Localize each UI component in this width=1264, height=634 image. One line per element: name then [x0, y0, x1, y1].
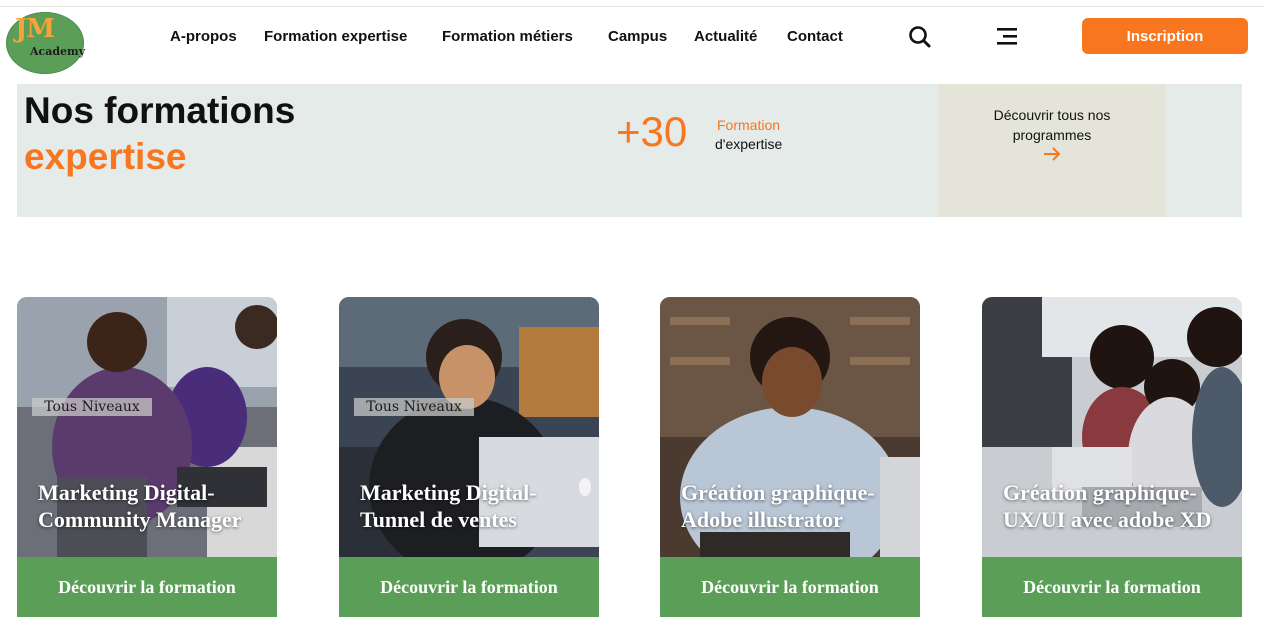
discover-course-button[interactable]: Découvrir la formation: [982, 557, 1242, 617]
stat-label: Formation: [717, 117, 781, 133]
arrow-right-icon: [1044, 147, 1061, 161]
search-icon[interactable]: [908, 25, 932, 49]
nav-item-campus[interactable]: Campus: [608, 28, 667, 45]
discover-programs-text: Découvrir tous nos programmes: [938, 105, 1166, 145]
level-badge: Tous Niveaux: [32, 398, 152, 416]
course-card[interactable]: Gréation graphique- Adobe illustrator Dé…: [660, 297, 920, 617]
course-title: Marketing Digital- Tunnel de ventes: [360, 479, 596, 533]
discover-course-button[interactable]: Découvrir la formation: [339, 557, 599, 617]
inscription-button[interactable]: Inscription: [1082, 18, 1248, 54]
course-title: Gréation graphique- UX/UI avec adobe XD: [1003, 479, 1239, 533]
nav-item-formation-metiers[interactable]: Formation métiers: [442, 28, 573, 45]
course-title-line-1: Gréation graphique-: [1003, 480, 1197, 505]
nav-item-actualite[interactable]: Actualité: [694, 28, 757, 45]
course-card[interactable]: Tous Niveaux Marketing Digital- Tunnel d…: [339, 297, 599, 617]
course-title: Gréation graphique- Adobe illustrator: [681, 479, 917, 533]
level-badge: Tous Niveaux: [354, 398, 474, 416]
stat-value: +30: [616, 108, 688, 155]
discover-course-button[interactable]: Découvrir la formation: [660, 557, 920, 617]
menu-icon[interactable]: [996, 26, 1018, 46]
stat-sublabel: d'expertise: [715, 136, 783, 152]
discover-line-2: programmes: [1012, 127, 1092, 143]
course-title-line-1: Gréation graphique-: [681, 480, 875, 505]
course-title-line-2: Community Manager: [38, 507, 242, 532]
nav-item-formation-expertise[interactable]: Formation expertise: [264, 28, 407, 45]
nav-item-a-propos[interactable]: A-propos: [170, 28, 237, 45]
top-divider: [0, 6, 1264, 7]
discover-line-1: Découvrir tous nos: [993, 107, 1111, 123]
course-card[interactable]: Tous Niveaux Marketing Digital- Communit…: [17, 297, 277, 617]
course-title-line-1: Marketing Digital-: [360, 480, 537, 505]
logo-mark: JM: [15, 14, 55, 44]
course-title-line-2: UX/UI avec adobe XD: [1003, 507, 1212, 532]
banner-title-accent: expertise: [24, 136, 187, 177]
discover-programs-link[interactable]: Découvrir tous nos programmes: [938, 84, 1166, 217]
course-card[interactable]: Gréation graphique- UX/UI avec adobe XD …: [982, 297, 1242, 617]
course-title: Marketing Digital- Community Manager: [38, 479, 274, 533]
course-title-line-1: Marketing Digital-: [38, 480, 215, 505]
logo[interactable]: JM Academy: [6, 12, 86, 74]
nav-item-contact[interactable]: Contact: [787, 28, 843, 45]
logo-subtitle: Academy: [30, 45, 86, 58]
course-title-line-2: Tunnel de ventes: [360, 507, 517, 532]
course-title-line-2: Adobe illustrator: [681, 507, 843, 532]
banner-title: Nos formations: [24, 90, 296, 131]
discover-course-button[interactable]: Découvrir la formation: [17, 557, 277, 617]
